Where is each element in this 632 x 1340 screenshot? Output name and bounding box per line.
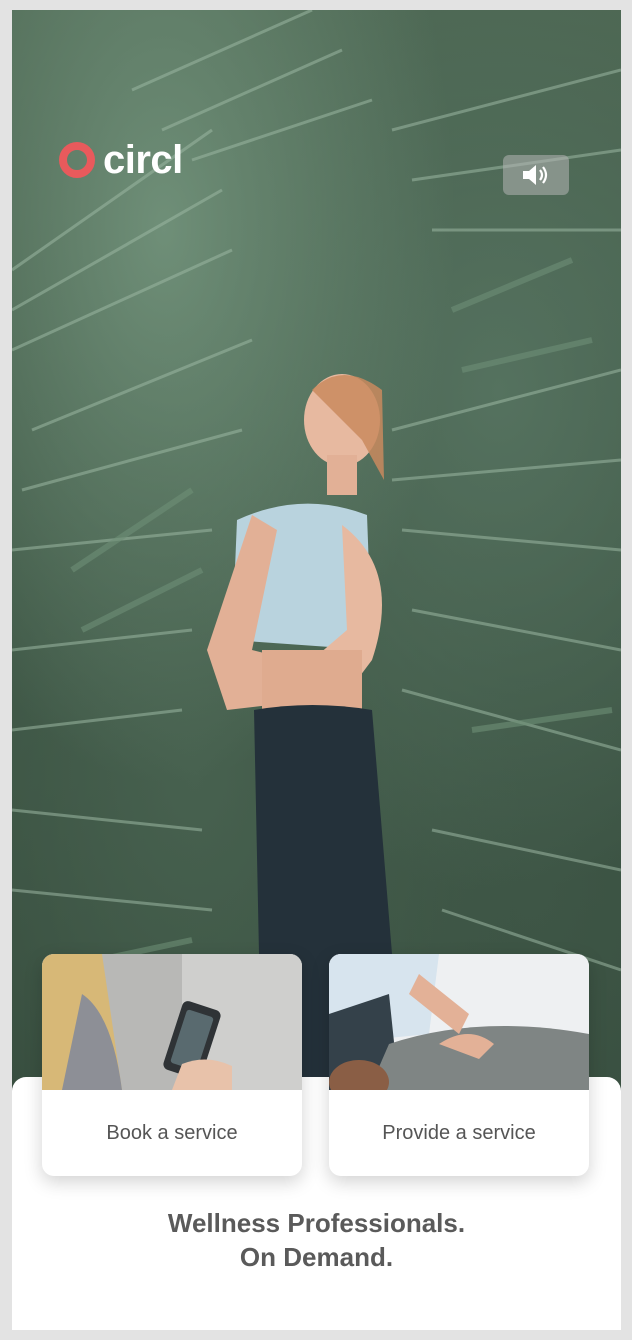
- app-screen: circl Book a service Provide a service W…: [12, 10, 621, 1330]
- book-service-label: Book a service: [106, 1121, 238, 1144]
- book-service-photo: [42, 954, 302, 1090]
- provide-service-card[interactable]: Provide a service: [329, 954, 589, 1176]
- brand-logo: circl: [59, 140, 183, 180]
- speaker-volume-icon: [523, 165, 548, 185]
- sound-toggle-button[interactable]: [503, 155, 569, 195]
- tagline-line-2: On Demand.: [239, 1242, 394, 1272]
- book-service-card[interactable]: Book a service: [42, 954, 302, 1176]
- tagline-line-1: Wellness Professionals.: [167, 1208, 466, 1238]
- circl-logo-icon: [59, 142, 95, 178]
- provide-service-photo: [329, 954, 589, 1090]
- provide-service-label: Provide a service: [382, 1121, 536, 1144]
- brand-name: circl: [103, 138, 183, 182]
- tagline: Wellness Professionals. On Demand.: [12, 1206, 621, 1274]
